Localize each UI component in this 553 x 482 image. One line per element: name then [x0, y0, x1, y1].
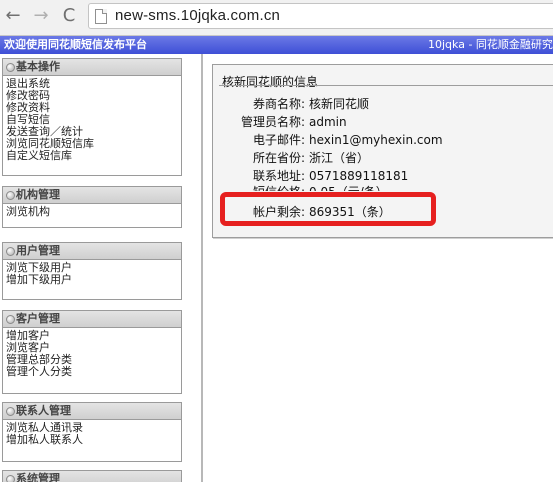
menu-group-title: 系统管理 — [16, 472, 60, 482]
balance-highlight-box — [220, 192, 436, 226]
menu-group-title: 基本操作 — [16, 60, 60, 73]
menu-group-header[interactable]: 客户管理 — [2, 310, 182, 328]
menu-group-contacts: 联系人管理 浏览私人通讯录 增加私人联系人 — [2, 402, 182, 462]
menu-group-title: 机构管理 — [16, 188, 60, 201]
address-url[interactable]: new-sms.10jqka.com.cn — [115, 7, 280, 24]
welcome-title: 欢迎使用同花顺短信发布平台 — [4, 38, 147, 51]
menu-group-customers: 客户管理 增加客户 浏览客户 管理总部分类 管理个人分类 — [2, 310, 182, 394]
menu-group-header[interactable]: 机构管理 — [2, 186, 182, 204]
menu-group-body: 浏览私人通讯录 增加私人联系人 — [2, 420, 182, 462]
reload-icon[interactable]: C — [58, 5, 80, 27]
platform-header: 欢迎使用同花顺短信发布平台 10jqka - 同花顺金融研究 — [0, 36, 553, 54]
bullet-icon — [6, 247, 15, 256]
bullet-icon — [6, 315, 15, 324]
info-row-broker: 券商名称: 核新同花顺 — [213, 95, 553, 113]
menu-group-header[interactable]: 用户管理 — [2, 242, 182, 260]
info-label: 券商名称: — [252, 97, 305, 111]
sidebar: 基本操作 退出系统 修改密码 修改资料 自写短信 发送查询／统计 浏览同花顺短信… — [0, 54, 200, 482]
info-value: admin — [309, 115, 347, 129]
menu-group-title: 用户管理 — [16, 244, 60, 257]
browser-toolbar: ← → C new-sms.10jqka.com.cn — [0, 0, 553, 36]
menu-group-body: 增加客户 浏览客户 管理总部分类 管理个人分类 — [2, 328, 182, 394]
bullet-icon — [6, 191, 15, 200]
info-row-price-clipped: 短信价格: 0.05（元/条） — [213, 183, 553, 191]
info-value: 0.05（元/条） — [309, 183, 388, 191]
info-value: hexin1@myhexin.com — [309, 133, 443, 147]
info-row-email: 电子邮件: hexin1@myhexin.com — [213, 131, 553, 149]
info-value: 核新同花顺 — [309, 97, 370, 111]
menu-link-custom-library[interactable]: 自定义短信库 — [6, 150, 178, 162]
info-value: 浙江（省） — [309, 151, 370, 165]
address-bar[interactable]: new-sms.10jqka.com.cn — [88, 3, 553, 29]
info-label: 电子邮件: — [252, 133, 305, 147]
forward-arrow-icon[interactable]: → — [30, 5, 52, 27]
frame-divider[interactable] — [201, 54, 203, 482]
info-row-admin: 管理员名称: admin — [213, 113, 553, 131]
panel-title: 核新同花顺的信息 — [222, 75, 319, 89]
menu-link-browse-orgs[interactable]: 浏览机构 — [6, 206, 178, 218]
page-icon — [95, 9, 107, 24]
menu-group-system: 系统管理 — [2, 470, 182, 482]
brand-title: 10jqka - 同花顺金融研究 — [428, 38, 553, 51]
panel-divider — [219, 85, 553, 86]
menu-link-personal-categories[interactable]: 管理个人分类 — [6, 366, 178, 378]
menu-group-header[interactable]: 联系人管理 — [2, 402, 182, 420]
menu-group-header[interactable]: 基本操作 — [2, 58, 182, 76]
info-label: 管理员名称: — [240, 115, 305, 129]
info-label: 所在省份: — [252, 151, 305, 165]
menu-group-users: 用户管理 浏览下级用户 增加下级用户 — [2, 242, 182, 300]
menu-link-add-subuser[interactable]: 增加下级用户 — [6, 274, 178, 286]
menu-group-title: 客户管理 — [16, 312, 60, 325]
menu-group-basic: 基本操作 退出系统 修改密码 修改资料 自写短信 发送查询／统计 浏览同花顺短信… — [2, 58, 182, 176]
menu-group-body: 浏览下级用户 增加下级用户 — [2, 260, 182, 300]
bullet-icon — [6, 407, 15, 416]
menu-group-title: 联系人管理 — [16, 404, 71, 417]
menu-group-body: 浏览机构 — [2, 204, 182, 228]
back-arrow-icon[interactable]: ← — [2, 5, 24, 27]
menu-group-org: 机构管理 浏览机构 — [2, 186, 182, 228]
info-row-price: 短信价格: 0.05（元/条） — [213, 183, 553, 191]
info-row-province: 所在省份: 浙江（省） — [213, 149, 553, 167]
bullet-icon — [6, 63, 15, 72]
menu-link-add-contact[interactable]: 增加私人联系人 — [6, 434, 178, 446]
menu-group-body: 退出系统 修改密码 修改资料 自写短信 发送查询／统计 浏览同花顺短信库 自定义… — [2, 76, 182, 176]
info-label: 短信价格: — [253, 183, 305, 191]
bullet-icon — [6, 475, 15, 482]
menu-group-header[interactable]: 系统管理 — [2, 470, 182, 482]
